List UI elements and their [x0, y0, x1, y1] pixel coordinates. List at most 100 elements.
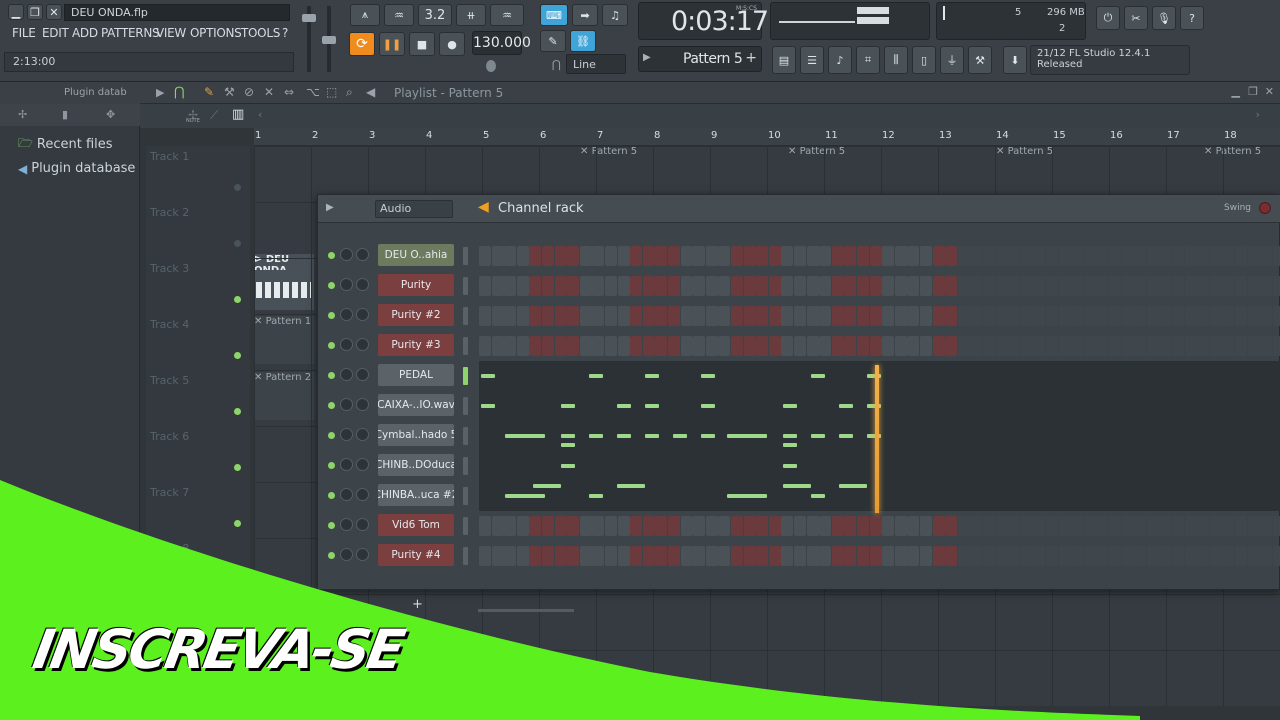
step-button[interactable] — [655, 306, 668, 326]
step-button[interactable] — [844, 276, 857, 296]
track-enable-led[interactable] — [234, 408, 241, 415]
step-button[interactable] — [1083, 246, 1096, 266]
step-button[interactable] — [768, 276, 781, 296]
channel-rack-header[interactable]: ▶ Audio ◀ Channel rack Swing — [318, 195, 1280, 223]
pan-knob[interactable] — [340, 278, 353, 291]
step-button[interactable] — [794, 336, 806, 356]
step-button[interactable] — [1020, 336, 1033, 356]
slip-tool-icon[interactable]: ⇔ — [284, 85, 294, 99]
magnet-icon[interactable]: ⋂ — [552, 58, 561, 71]
step-button[interactable] — [882, 336, 895, 356]
step-button[interactable] — [592, 306, 605, 326]
pan-knob[interactable] — [340, 368, 353, 381]
step-button[interactable] — [668, 246, 680, 266]
step-button[interactable] — [1146, 276, 1159, 296]
step-button[interactable] — [605, 336, 617, 356]
step-button[interactable] — [1222, 336, 1235, 356]
tools-icon[interactable]: ⚒ — [968, 46, 992, 74]
slice-tool-icon[interactable]: ⌥ — [306, 85, 320, 99]
step-button[interactable] — [756, 246, 769, 266]
step-button[interactable] — [869, 246, 882, 266]
step-button[interactable] — [516, 276, 529, 296]
channel-select-bar[interactable] — [463, 367, 468, 385]
snap-select[interactable]: Line — [566, 54, 626, 74]
main-pitch-knob[interactable] — [486, 60, 496, 72]
step-button[interactable] — [642, 336, 655, 356]
step-button[interactable] — [529, 276, 542, 296]
step-button[interactable] — [995, 246, 1008, 266]
step-button[interactable] — [1083, 336, 1096, 356]
step-button[interactable] — [831, 246, 844, 266]
metronome-icon[interactable]: ⩚ — [350, 4, 380, 26]
zoom-slider-icon[interactable]: ⟋ — [210, 108, 218, 123]
step-button[interactable] — [1058, 306, 1071, 326]
step-button[interactable] — [743, 336, 756, 356]
step-button[interactable] — [781, 246, 794, 266]
project-icon[interactable]: ▯ — [912, 46, 936, 74]
step-button[interactable] — [1260, 246, 1273, 266]
step-button[interactable] — [516, 336, 529, 356]
step-button[interactable] — [756, 276, 769, 296]
step-button[interactable] — [1260, 336, 1273, 356]
step-button[interactable] — [1172, 306, 1184, 326]
step-button[interactable] — [617, 306, 630, 326]
step-button[interactable] — [1209, 336, 1222, 356]
piano-roll-preview[interactable] — [479, 391, 1280, 421]
rack-options-icon[interactable]: ▶ — [326, 202, 334, 213]
step-button[interactable] — [1159, 246, 1172, 266]
step-button[interactable] — [882, 276, 895, 296]
step-button[interactable] — [529, 336, 542, 356]
step-button[interactable] — [592, 276, 605, 296]
restore-icon[interactable]: ❐ — [27, 4, 43, 20]
step-button[interactable] — [1071, 336, 1084, 356]
track-name[interactable]: Track 2 — [150, 206, 189, 219]
step-button[interactable] — [1109, 276, 1121, 296]
pattern-clip[interactable]: ✕ Pattern 5 — [996, 146, 1053, 162]
step-button[interactable] — [630, 336, 643, 356]
step-button[interactable] — [1096, 246, 1109, 266]
step-button[interactable] — [718, 306, 731, 326]
step-button[interactable] — [1146, 336, 1159, 356]
step-button[interactable] — [1197, 276, 1210, 296]
step-button[interactable] — [932, 306, 945, 326]
channel-name-button[interactable]: CAIXA-..IO.wav — [378, 394, 454, 416]
master-volume-slider[interactable] — [302, 14, 316, 22]
step-button[interactable] — [907, 336, 920, 356]
step-button[interactable] — [554, 246, 567, 266]
step-button[interactable] — [794, 276, 806, 296]
scroll-left-icon[interactable]: ‹ — [258, 108, 262, 121]
track-name[interactable]: Track 5 — [150, 374, 189, 387]
pan-knob[interactable] — [340, 398, 353, 411]
window-maximize-icon[interactable]: ❐ — [1248, 85, 1258, 98]
step-button[interactable] — [693, 276, 706, 296]
step-button[interactable] — [542, 276, 554, 296]
step-button[interactable] — [1020, 246, 1033, 266]
step-button[interactable] — [894, 276, 907, 296]
track-name[interactable]: Track 6 — [150, 430, 189, 443]
channel-select-bar[interactable] — [463, 337, 468, 355]
step-button[interactable] — [932, 246, 945, 266]
menu-add[interactable]: ADD — [72, 26, 98, 44]
step-button[interactable] — [1071, 246, 1084, 266]
channel-name-button[interactable]: CHINB..DOduca — [378, 454, 454, 476]
step-button[interactable] — [957, 336, 970, 356]
step-button[interactable] — [945, 246, 958, 266]
step-button[interactable] — [945, 306, 958, 326]
step-button[interactable] — [1046, 336, 1058, 356]
step-button[interactable] — [705, 246, 718, 266]
playlist-menu-icon[interactable]: ▶ — [156, 86, 164, 99]
step-button[interactable] — [693, 336, 706, 356]
step-button[interactable] — [680, 306, 693, 326]
pattern-clip[interactable]: ✕ Pattern 2 — [254, 372, 314, 420]
step-button[interactable] — [1071, 276, 1084, 296]
step-button[interactable] — [920, 336, 932, 356]
step-button[interactable] — [1146, 246, 1159, 266]
step-button[interactable] — [1033, 336, 1046, 356]
browser-item-recent-files[interactable]: 🗁 Recent files — [18, 134, 113, 155]
channel-select-bar[interactable] — [463, 307, 468, 325]
browser-item-plugin-database[interactable]: ◀ Plugin database — [18, 161, 135, 176]
step-button[interactable] — [1008, 306, 1021, 326]
step-button[interactable] — [617, 246, 630, 266]
step-button[interactable] — [731, 306, 743, 326]
master-pitch-slider[interactable] — [322, 36, 336, 44]
